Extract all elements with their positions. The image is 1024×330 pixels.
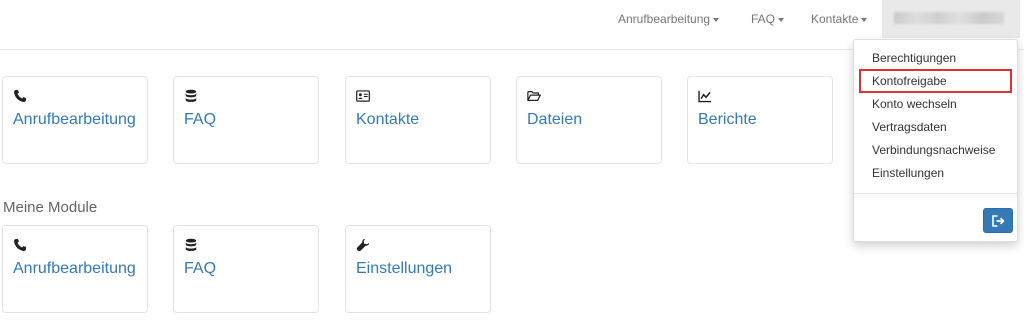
tile-kontakte[interactable]: Kontakte bbox=[345, 76, 491, 164]
module-tile-faq[interactable]: FAQ bbox=[173, 225, 319, 313]
tile-label: Anrufbearbeitung bbox=[13, 260, 136, 277]
phone-icon bbox=[14, 238, 27, 251]
dropdown-item-vertragsdaten[interactable]: Vertragsdaten bbox=[872, 120, 947, 134]
dropdown-item-kontofreigabe[interactable]: Kontofreigabe bbox=[872, 74, 947, 88]
nav-faq[interactable]: FAQ bbox=[751, 0, 785, 50]
dropdown-item-konto-wechseln[interactable]: Konto wechseln bbox=[872, 97, 957, 111]
tile-label: Kontakte bbox=[356, 111, 420, 128]
tile-label: Einstellungen bbox=[356, 260, 453, 277]
database-icon bbox=[185, 89, 197, 102]
user-name-redacted bbox=[894, 12, 1004, 24]
tile-berichte[interactable]: Berichte bbox=[687, 76, 833, 164]
tile-faq[interactable]: FAQ bbox=[173, 76, 319, 164]
nav-faq-label: FAQ bbox=[751, 12, 776, 26]
tile-dateien[interactable]: Dateien bbox=[516, 76, 662, 164]
logout-button[interactable] bbox=[983, 208, 1013, 233]
module-tile-einstellungen[interactable]: Einstellungen bbox=[345, 225, 491, 313]
tile-label: Dateien bbox=[527, 111, 583, 128]
tile-label: FAQ bbox=[184, 260, 217, 277]
module-tile-anrufbearbeitung[interactable]: Anrufbearbeitung bbox=[2, 225, 148, 313]
contact-card-icon bbox=[356, 90, 370, 102]
nav-kontakte-label: Kontakte bbox=[811, 12, 859, 26]
database-icon bbox=[185, 238, 197, 251]
dropdown-item-berechtigungen[interactable]: Berechtigungen bbox=[872, 51, 956, 65]
caret-down-icon bbox=[861, 17, 868, 22]
caret-down-icon bbox=[778, 17, 785, 22]
wrench-icon bbox=[356, 238, 370, 252]
tile-label: Berichte bbox=[698, 111, 757, 128]
dropdown-item-einstellungen[interactable]: Einstellungen bbox=[872, 166, 944, 180]
tile-label: FAQ bbox=[184, 111, 217, 128]
caret-down-icon bbox=[713, 17, 720, 22]
tile-anrufbearbeitung[interactable]: Anrufbearbeitung bbox=[2, 76, 148, 164]
user-dropdown-menu: Berechtigungen Kontofreigabe Konto wechs… bbox=[853, 39, 1018, 242]
user-menu-toggle[interactable] bbox=[882, 0, 1020, 38]
phone-icon bbox=[14, 89, 27, 102]
nav-anrufbearbeitung-label: Anrufbearbeitung bbox=[618, 12, 711, 26]
section-title-meine-module: Meine Module bbox=[3, 199, 98, 216]
tile-label: Anrufbearbeitung bbox=[13, 111, 136, 128]
dropdown-item-verbindungsnachweise[interactable]: Verbindungsnachweise bbox=[872, 143, 995, 157]
logout-icon bbox=[992, 215, 1005, 227]
nav-anrufbearbeitung[interactable]: Anrufbearbeitung bbox=[618, 0, 720, 50]
folder-open-icon bbox=[527, 91, 541, 101]
chart-line-icon bbox=[698, 90, 712, 103]
dropdown-divider bbox=[854, 193, 1017, 194]
